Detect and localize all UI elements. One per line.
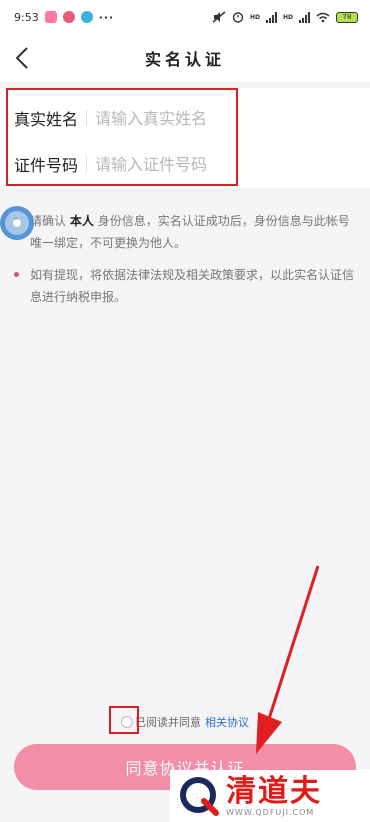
touch-indicator <box>0 206 34 240</box>
hd-icon: HD <box>249 13 260 21</box>
hd-icon: HD <box>282 13 293 21</box>
note-identity: 请确认 本人 身份信息，实名认证成功后，身份信息与此帐号唯一绑定，不可更换为他人… <box>14 210 360 254</box>
watermark-title: 清道夫 <box>226 773 322 809</box>
highlight-box-form <box>6 88 238 186</box>
touch-dot <box>13 219 21 227</box>
agreement-row: 已阅读并同意 相关协议 <box>0 712 370 732</box>
status-right: HD HD 78 <box>212 11 358 23</box>
highlight-box-checkbox <box>109 706 139 734</box>
watermark-url: WWW.QDFUJI.COM <box>226 807 315 817</box>
battery-icon: 78 <box>336 11 358 23</box>
status-left: 9:53 ··· <box>14 11 114 24</box>
agreement-link[interactable]: 相关协议 <box>205 714 249 730</box>
agreement-text: 已阅读并同意 <box>135 716 201 729</box>
app-notification-icon <box>62 11 75 23</box>
app-notification-icon <box>44 11 57 23</box>
nav-bar: 实名认证 <box>0 34 370 82</box>
watermark-text: 清道夫 WWW.QDFUJI.COM <box>226 773 322 817</box>
watermark-logo-icon <box>180 777 219 816</box>
alarm-icon <box>232 12 244 23</box>
note2-text: 如有提现，将依据法律法规及相关政策要求，以此实名认证信息进行纳税申报。 <box>30 268 355 304</box>
status-time: 9:53 <box>14 10 39 24</box>
back-button[interactable] <box>6 42 38 74</box>
app-notification-icon <box>80 11 93 23</box>
status-bar: 9:53 ··· HD HD 78 <box>0 0 370 34</box>
chevron-left-icon <box>15 47 28 69</box>
note1-prefix: 请确认 <box>30 214 67 228</box>
signal-icon <box>299 11 310 23</box>
note-tax: 如有提现，将依据法律法规及相关政策要求，以此实名认证信息进行纳税申报。 <box>14 264 360 308</box>
wifi-icon <box>316 12 330 22</box>
note1-bold: 本人 <box>69 214 94 228</box>
watermark: 清道夫 WWW.QDFUJI.COM <box>170 770 370 822</box>
signal-icon <box>265 11 277 23</box>
mute-icon <box>212 11 226 23</box>
more-notifications-icon: ··· <box>98 10 115 24</box>
page-title: 实名认证 <box>144 50 225 69</box>
bullet-icon <box>14 272 19 277</box>
